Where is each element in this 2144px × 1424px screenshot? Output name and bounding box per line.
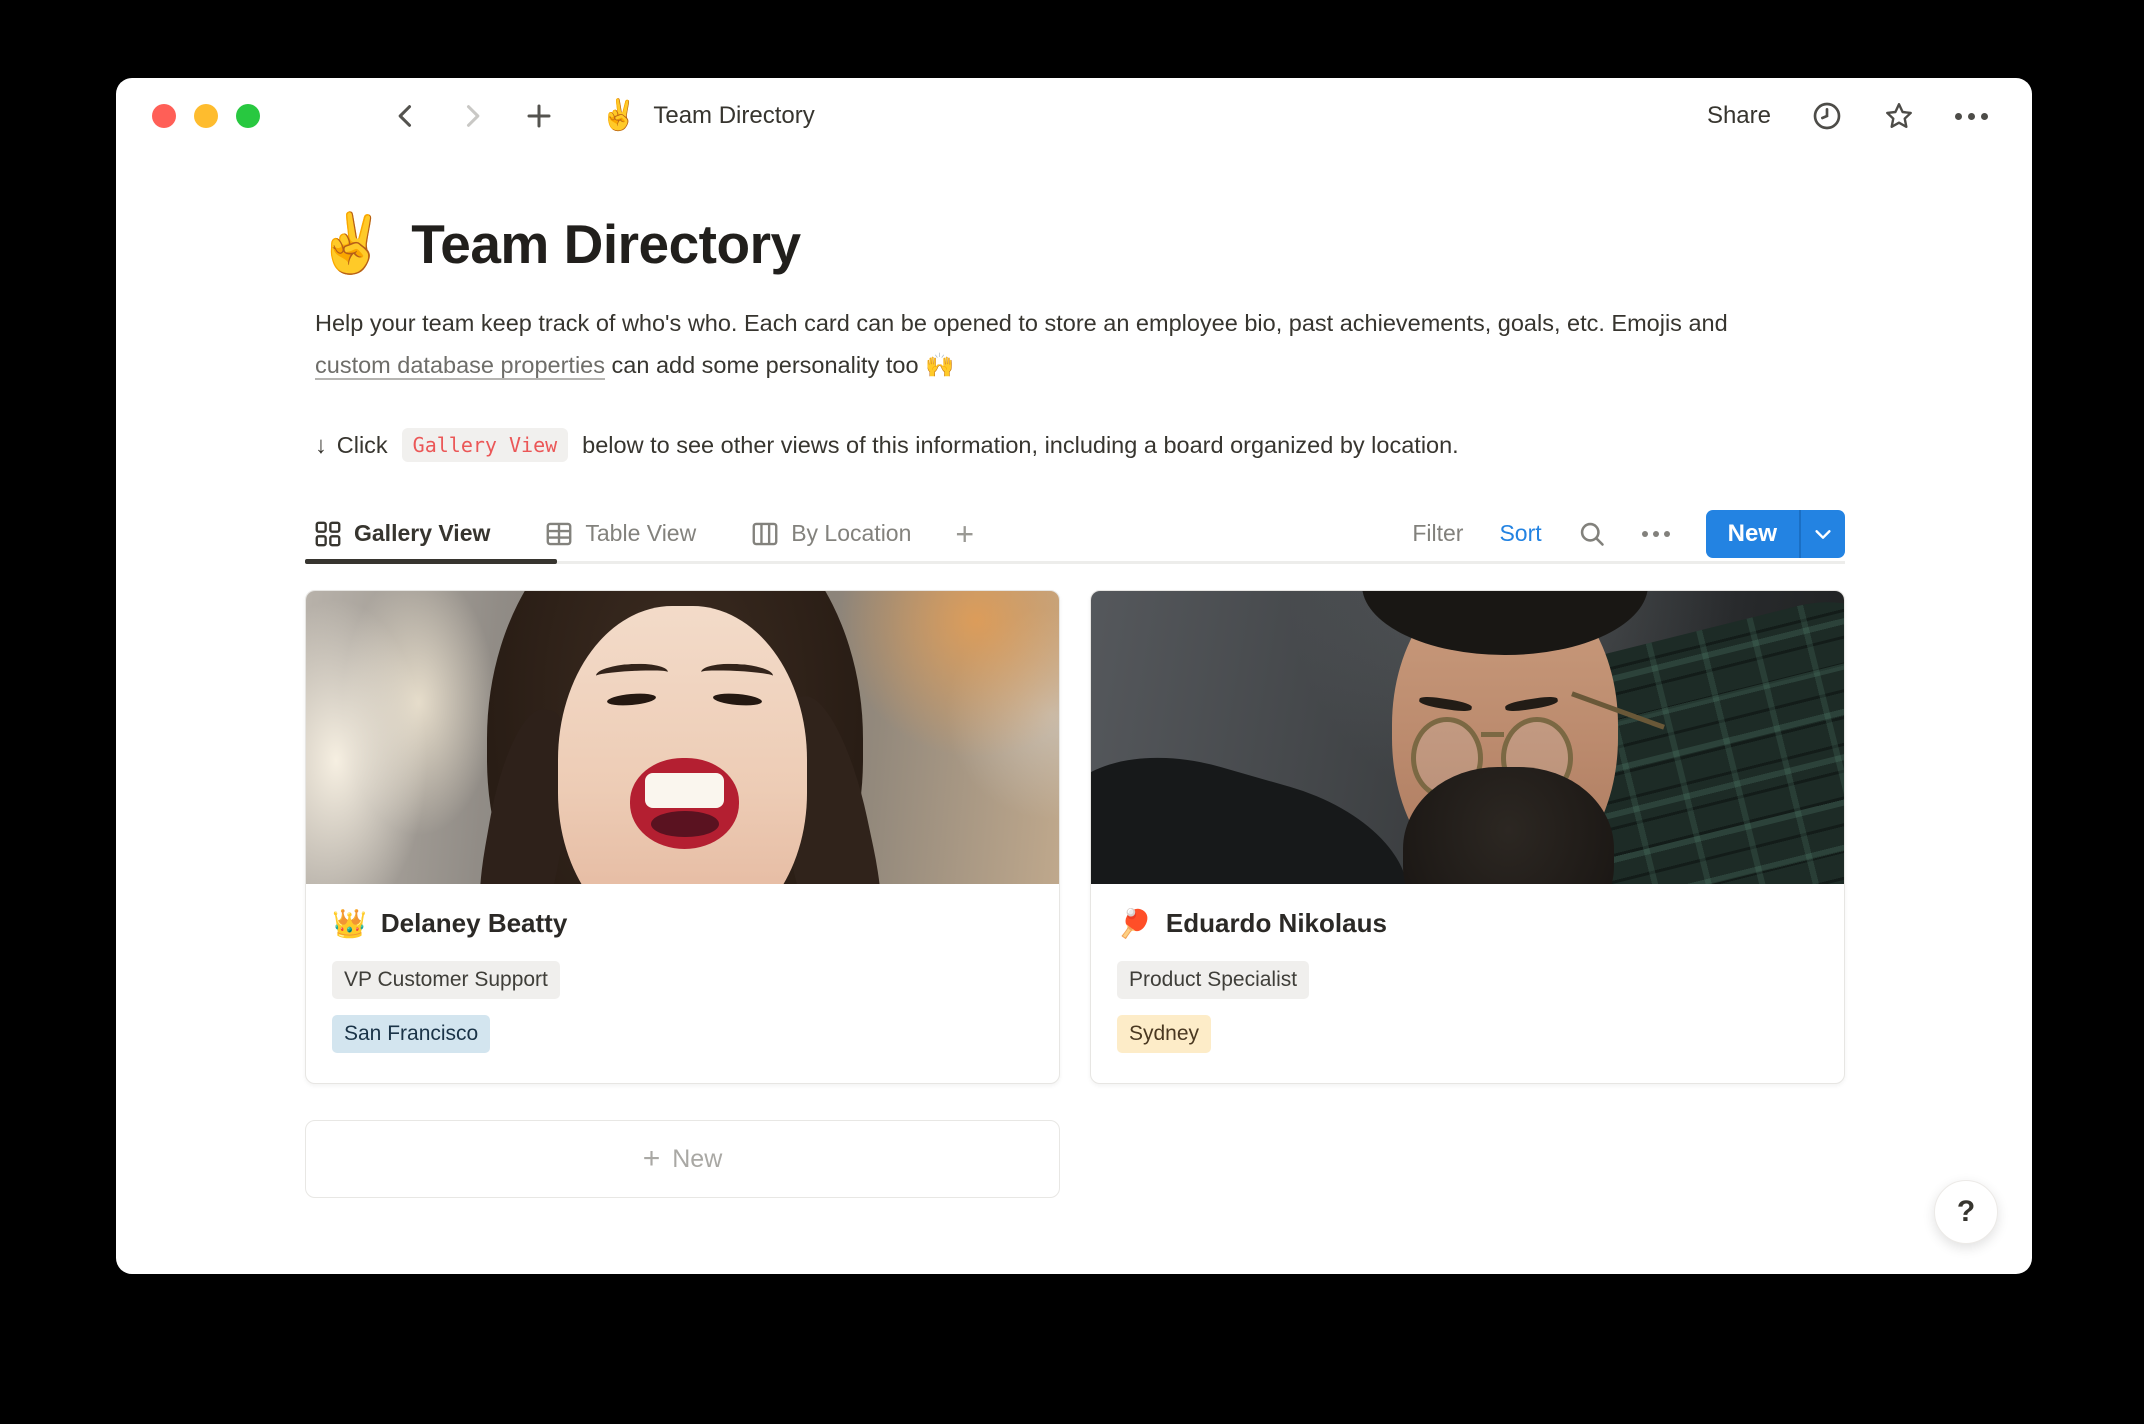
- minimize-button[interactable]: [194, 104, 218, 128]
- tab-gallery-view[interactable]: Gallery View: [315, 520, 490, 547]
- tab-by-location[interactable]: By Location: [752, 520, 911, 547]
- active-tab-underline: [305, 559, 557, 564]
- new-button-chevron-down-icon[interactable]: [1801, 510, 1845, 558]
- tab-label: Table View: [585, 520, 696, 547]
- card-body: 👑 Delaney Beatty VP Customer Support San…: [306, 884, 1059, 1083]
- card-eduardo-nikolaus[interactable]: 🏓 Eduardo Nikolaus Product Specialist Sy…: [1090, 590, 1845, 1084]
- new-card-label: New: [672, 1145, 722, 1174]
- titlebar-page-title[interactable]: Team Directory: [653, 102, 814, 130]
- card-photo-delaney: [306, 591, 1059, 884]
- close-button[interactable]: [152, 104, 176, 128]
- card-name: Delaney Beatty: [381, 908, 567, 939]
- search-icon[interactable]: [1578, 520, 1606, 548]
- callout-text-2: below to see other views of this informa…: [582, 432, 1459, 459]
- help-button[interactable]: ?: [1934, 1180, 1998, 1244]
- card-name: Eduardo Nikolaus: [1166, 908, 1387, 939]
- location-tag: Sydney: [1117, 1015, 1211, 1053]
- page-title-text[interactable]: Team Directory: [411, 212, 800, 276]
- new-record-button[interactable]: New: [1706, 510, 1845, 558]
- zoom-button[interactable]: [236, 104, 260, 128]
- tab-table-view[interactable]: Table View: [546, 520, 696, 547]
- gallery-view-icon: [315, 521, 341, 547]
- description-text: Help your team keep track of who's who. …: [315, 310, 1728, 336]
- favorite-star-icon[interactable]: [1883, 100, 1915, 132]
- sidebar-menu-icon[interactable]: [306, 102, 344, 130]
- card-body: 🏓 Eduardo Nikolaus Product Specialist Sy…: [1091, 884, 1844, 1083]
- add-view-button[interactable]: +: [955, 518, 974, 550]
- back-icon[interactable]: [392, 102, 420, 130]
- traffic-lights: [152, 104, 260, 128]
- view-toolbar: Gallery View Table View By Location +: [315, 506, 1845, 564]
- plus-icon: +: [643, 1144, 661, 1174]
- gallery-grid: 👑 Delaney Beatty VP Customer Support San…: [305, 590, 1845, 1084]
- role-tag: Product Specialist: [1117, 961, 1309, 999]
- location-tag: San Francisco: [332, 1015, 490, 1053]
- window-titlebar: ✌️ Team Directory Share: [116, 78, 2032, 154]
- ping-pong-emoji-icon: 🏓: [1117, 910, 1152, 938]
- new-tab-icon[interactable]: [524, 101, 554, 131]
- view-options-icon[interactable]: [1642, 531, 1670, 537]
- custom-database-properties-link[interactable]: custom database properties: [315, 352, 605, 378]
- new-button-label[interactable]: New: [1706, 510, 1799, 558]
- crown-emoji-icon: 👑: [332, 910, 367, 938]
- notion-window: ✌️ Team Directory Share ✌️ Team Director…: [116, 78, 2032, 1274]
- down-arrow-glyph: ↓: [315, 432, 327, 459]
- sort-button[interactable]: Sort: [1499, 520, 1541, 547]
- tab-label: Gallery View: [354, 520, 490, 547]
- board-view-icon: [752, 521, 778, 547]
- raised-hands-emoji: 🙌: [925, 352, 954, 378]
- page-emoji-icon[interactable]: ✌️: [315, 215, 387, 273]
- card-delaney-beatty[interactable]: 👑 Delaney Beatty VP Customer Support San…: [305, 590, 1060, 1084]
- description-text-2: can add some personality too: [605, 352, 925, 378]
- forward-icon[interactable]: [458, 102, 486, 130]
- callout-line: ↓ Click Gallery View below to see other …: [315, 428, 1845, 462]
- new-card-button[interactable]: + New: [305, 1120, 1060, 1198]
- view-controls: Filter Sort New: [1412, 510, 1845, 558]
- more-options-icon[interactable]: [1955, 113, 1988, 120]
- page-description: Help your team keep track of who's who. …: [315, 302, 1785, 386]
- table-view-icon: [546, 521, 572, 547]
- tab-label: By Location: [791, 520, 911, 547]
- role-tag: VP Customer Support: [332, 961, 560, 999]
- filter-button[interactable]: Filter: [1412, 520, 1463, 547]
- page-content: ✌️ Team Directory Help your team keep tr…: [315, 212, 1845, 1198]
- view-tabs: Gallery View Table View By Location +: [315, 518, 974, 550]
- gallery-view-code-chip: Gallery View: [402, 428, 569, 462]
- history-clock-icon[interactable]: [1811, 100, 1843, 132]
- card-photo-eduardo: [1091, 591, 1844, 884]
- page-title: ✌️ Team Directory: [315, 212, 1845, 276]
- callout-text: Click: [337, 432, 388, 459]
- share-button[interactable]: Share: [1707, 102, 1771, 130]
- page-emoji-small: ✌️: [600, 101, 637, 131]
